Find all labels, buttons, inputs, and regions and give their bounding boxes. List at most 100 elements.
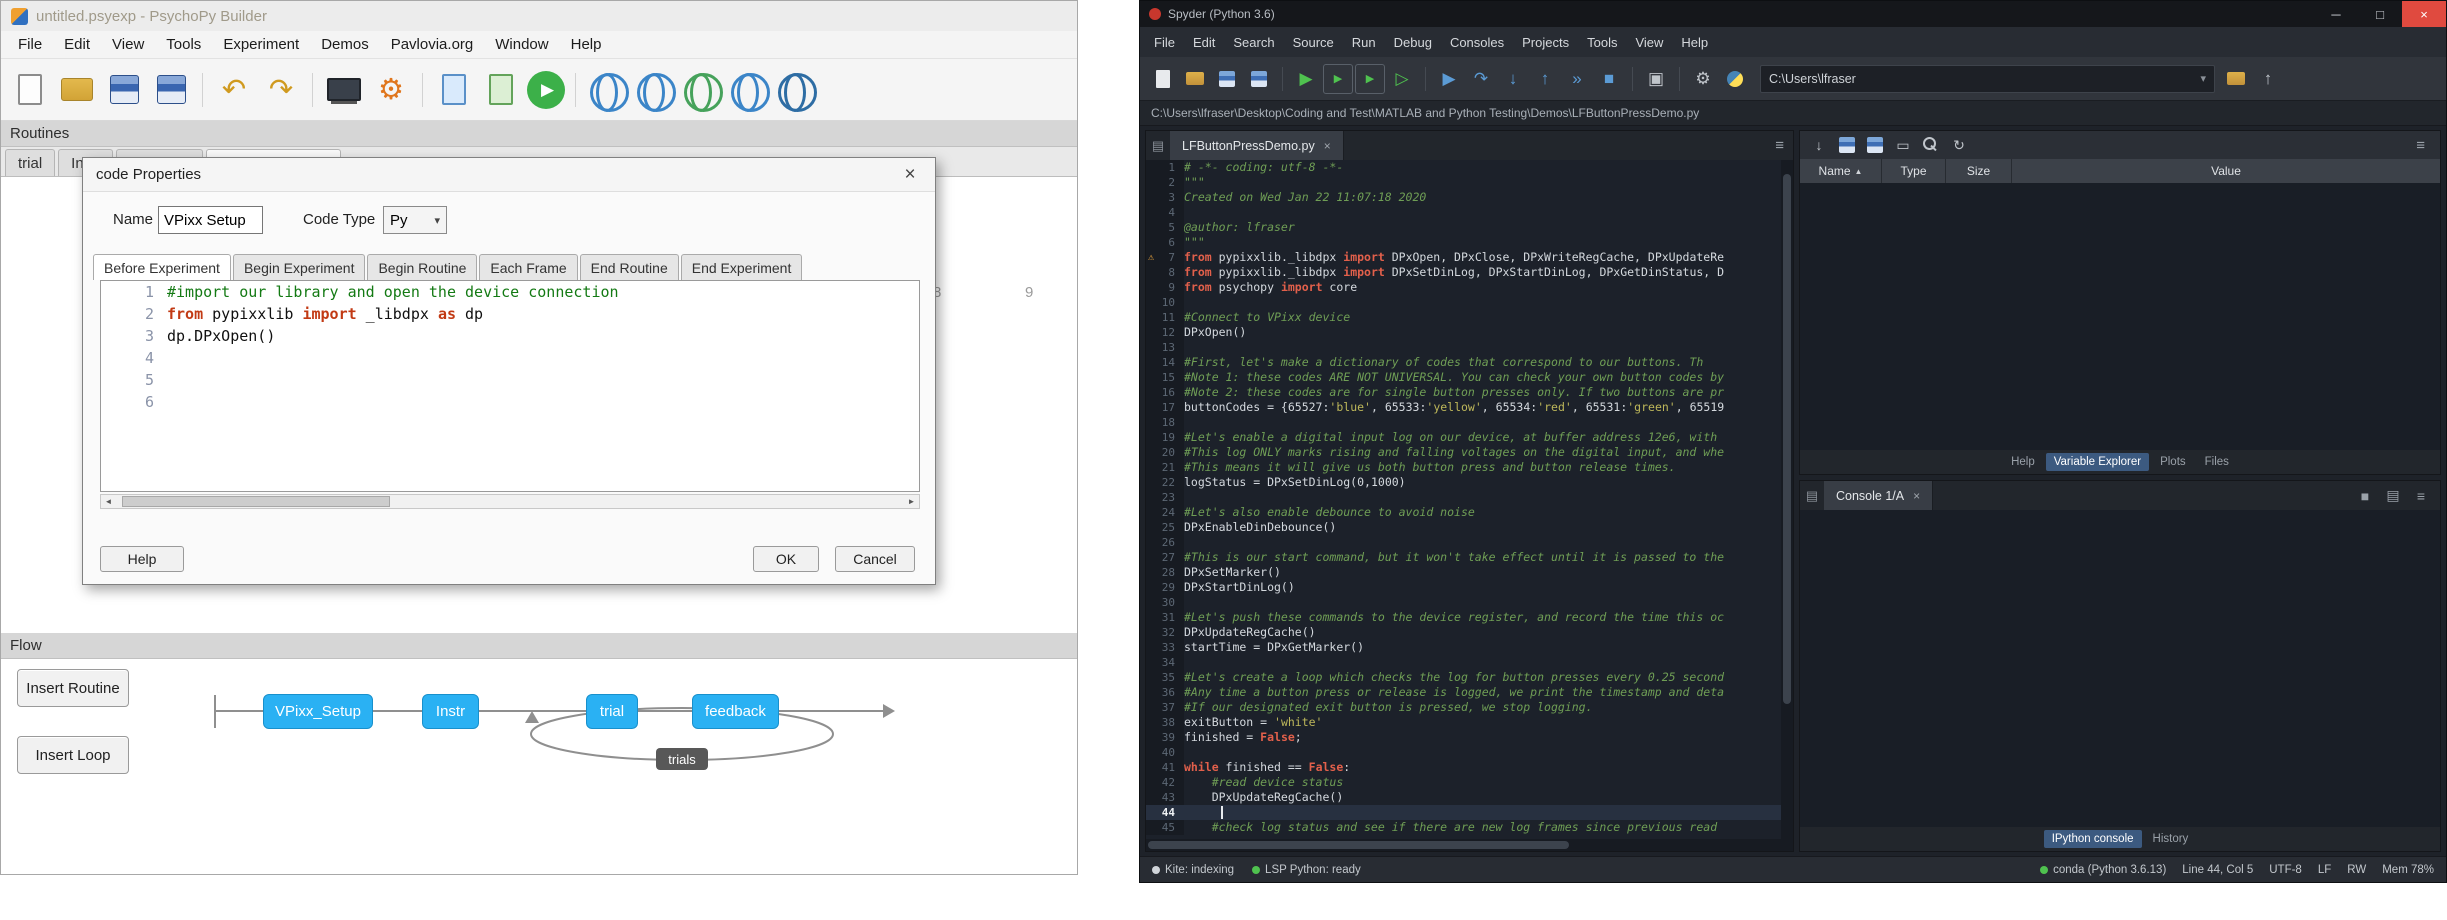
code-line-45[interactable]: 45 #check log status and see if there ar…: [1146, 820, 1781, 835]
scrollbar-track[interactable]: [116, 495, 904, 508]
panel-tab[interactable]: Variable Explorer: [2046, 453, 2149, 471]
remove-variables-icon[interactable]: ▭: [1890, 133, 1916, 157]
minimize-button[interactable]: ─: [2314, 1, 2358, 27]
code-line-1[interactable]: 1#import our library and open the device…: [101, 281, 919, 303]
scroll-left-icon[interactable]: ◄: [101, 495, 116, 508]
menu-item[interactable]: Search: [1224, 27, 1283, 57]
stop-icon[interactable]: ■: [1594, 64, 1624, 94]
flow-routine-node[interactable]: VPixx_Setup: [263, 694, 373, 729]
variable-table-body[interactable]: [1800, 183, 2440, 450]
line-number[interactable]: 8: [1146, 265, 1184, 280]
flow-routine-node[interactable]: trial: [586, 694, 638, 729]
line-number[interactable]: 19: [1146, 430, 1184, 445]
dialog-tab[interactable]: Before Experiment: [93, 254, 231, 280]
code-line-35[interactable]: 35#Let's create a loop which checks the …: [1146, 670, 1781, 685]
scrollbar-thumb[interactable]: [122, 496, 390, 507]
run-icon[interactable]: ▶: [527, 71, 565, 109]
help-button[interactable]: Help: [100, 546, 184, 572]
step-into-icon[interactable]: ↓: [1498, 64, 1528, 94]
line-number[interactable]: 36: [1146, 685, 1184, 700]
line-number[interactable]: 43: [1146, 790, 1184, 805]
dialog-tab[interactable]: End Experiment: [681, 254, 803, 280]
line-number[interactable]: 10: [1146, 295, 1184, 310]
line-number[interactable]: 31: [1146, 610, 1184, 625]
code-line-4[interactable]: 4: [1146, 205, 1781, 220]
code-line-20[interactable]: 20#This log ONLY marks rising and fallin…: [1146, 445, 1781, 460]
code-line-10[interactable]: 10: [1146, 295, 1781, 310]
close-button[interactable]: ×: [2402, 1, 2446, 27]
line-number[interactable]: 13: [1146, 340, 1184, 355]
line-number[interactable]: 22: [1146, 475, 1184, 490]
code-line-36[interactable]: 36#Any time a button press or release is…: [1146, 685, 1781, 700]
flow-routine-node[interactable]: feedback: [692, 694, 779, 729]
code-line-12[interactable]: 12DPxOpen(): [1146, 325, 1781, 340]
run-cell-icon[interactable]: ▶: [1323, 64, 1353, 94]
pavlovia-run-icon[interactable]: [586, 69, 628, 111]
panel-tab[interactable]: History: [2145, 830, 2197, 848]
step-return-icon[interactable]: ↑: [1530, 64, 1560, 94]
code-line-28[interactable]: 28DPxSetMarker(): [1146, 565, 1781, 580]
menu-item[interactable]: Pavlovia.org: [380, 36, 485, 53]
new-file-icon[interactable]: [9, 69, 51, 111]
run-icon[interactable]: ▶: [1291, 64, 1321, 94]
line-number[interactable]: 37: [1146, 700, 1184, 715]
dialog-editor-hscrollbar[interactable]: ◄ ►: [100, 494, 920, 509]
run-selection-icon[interactable]: ▷: [1387, 64, 1417, 94]
flow-loop-badge[interactable]: trials: [656, 748, 708, 770]
working-directory-combobox[interactable]: C:\Users\lfraser ▾: [1760, 65, 2215, 93]
open-dir-icon[interactable]: [2221, 64, 2251, 94]
flow-routine-node[interactable]: Instr: [422, 694, 479, 729]
line-number[interactable]: 9: [1146, 280, 1184, 295]
code-line-7[interactable]: 7⚠from pypixxlib._libdpx import DPxOpen,…: [1146, 250, 1781, 265]
code-line-38[interactable]: 38exitButton = 'white': [1146, 715, 1781, 730]
line-number[interactable]: 45: [1146, 820, 1184, 835]
eol-status[interactable]: LF: [2318, 864, 2331, 876]
code-line-11[interactable]: 11#Connect to VPixx device: [1146, 310, 1781, 325]
kite-status[interactable]: Kite: indexing: [1152, 864, 1234, 876]
open-file-icon[interactable]: [1180, 64, 1210, 94]
line-number[interactable]: 42: [1146, 775, 1184, 790]
line-number[interactable]: 7⚠: [1146, 250, 1184, 265]
continue-icon[interactable]: »: [1562, 64, 1592, 94]
line-number[interactable]: 16: [1146, 385, 1184, 400]
line-number[interactable]: 18: [1146, 415, 1184, 430]
cancel-button[interactable]: Cancel: [835, 546, 915, 572]
save-data-icon[interactable]: [1834, 133, 1860, 157]
experiment-settings-icon[interactable]: ⚙: [370, 69, 412, 111]
table-column-header[interactable]: Type: [1882, 159, 1946, 183]
scroll-right-icon[interactable]: ►: [904, 495, 919, 508]
code-line-16[interactable]: 16#Note 2: these codes are for single bu…: [1146, 385, 1781, 400]
new-file-icon[interactable]: [1148, 64, 1178, 94]
scrollbar-thumb[interactable]: [1783, 174, 1791, 704]
refresh-icon[interactable]: ↻: [1946, 133, 1972, 157]
line-number[interactable]: 2: [1146, 175, 1184, 190]
code-line-30[interactable]: 30: [1146, 595, 1781, 610]
interrupt-kernel-icon[interactable]: ■: [2352, 484, 2378, 508]
code-line-15[interactable]: 15#Note 1: these codes ARE NOT UNIVERSAL…: [1146, 370, 1781, 385]
code-line-3[interactable]: 3Created on Wed Jan 22 11:07:18 2020: [1146, 190, 1781, 205]
menu-item[interactable]: Experiment: [212, 36, 310, 53]
line-number[interactable]: 2: [101, 303, 167, 325]
line-number[interactable]: 29: [1146, 580, 1184, 595]
compile-script-icon[interactable]: [433, 69, 475, 111]
line-number[interactable]: 11: [1146, 310, 1184, 325]
code-line-26[interactable]: 26: [1146, 535, 1781, 550]
undo-icon[interactable]: ↶: [213, 69, 255, 111]
menu-item[interactable]: Tools: [155, 36, 212, 53]
line-number[interactable]: 14: [1146, 355, 1184, 370]
console-tab[interactable]: Console 1/A ×: [1824, 481, 1933, 510]
code-line-33[interactable]: 33startTime = DPxGetMarker(): [1146, 640, 1781, 655]
code-line-5[interactable]: 5@author: lfraser: [1146, 220, 1781, 235]
code-line-21[interactable]: 21#This means it will give us both butto…: [1146, 460, 1781, 475]
cursor-position[interactable]: Line 44, Col 5: [2182, 864, 2253, 876]
inspect-object-icon[interactable]: ▤: [2380, 484, 2406, 508]
code-line-41[interactable]: 41while finished == False:: [1146, 760, 1781, 775]
open-icon[interactable]: [56, 69, 98, 111]
dialog-tab[interactable]: Each Frame: [479, 254, 577, 280]
line-number[interactable]: 27: [1146, 550, 1184, 565]
line-number[interactable]: 1: [1146, 160, 1184, 175]
code-line-17[interactable]: 17buttonCodes = {65527:'blue', 65533:'ye…: [1146, 400, 1781, 415]
tools-wrench-icon[interactable]: ⚙: [1688, 64, 1718, 94]
permissions[interactable]: RW: [2347, 864, 2366, 876]
search-icon[interactable]: [1918, 133, 1944, 157]
